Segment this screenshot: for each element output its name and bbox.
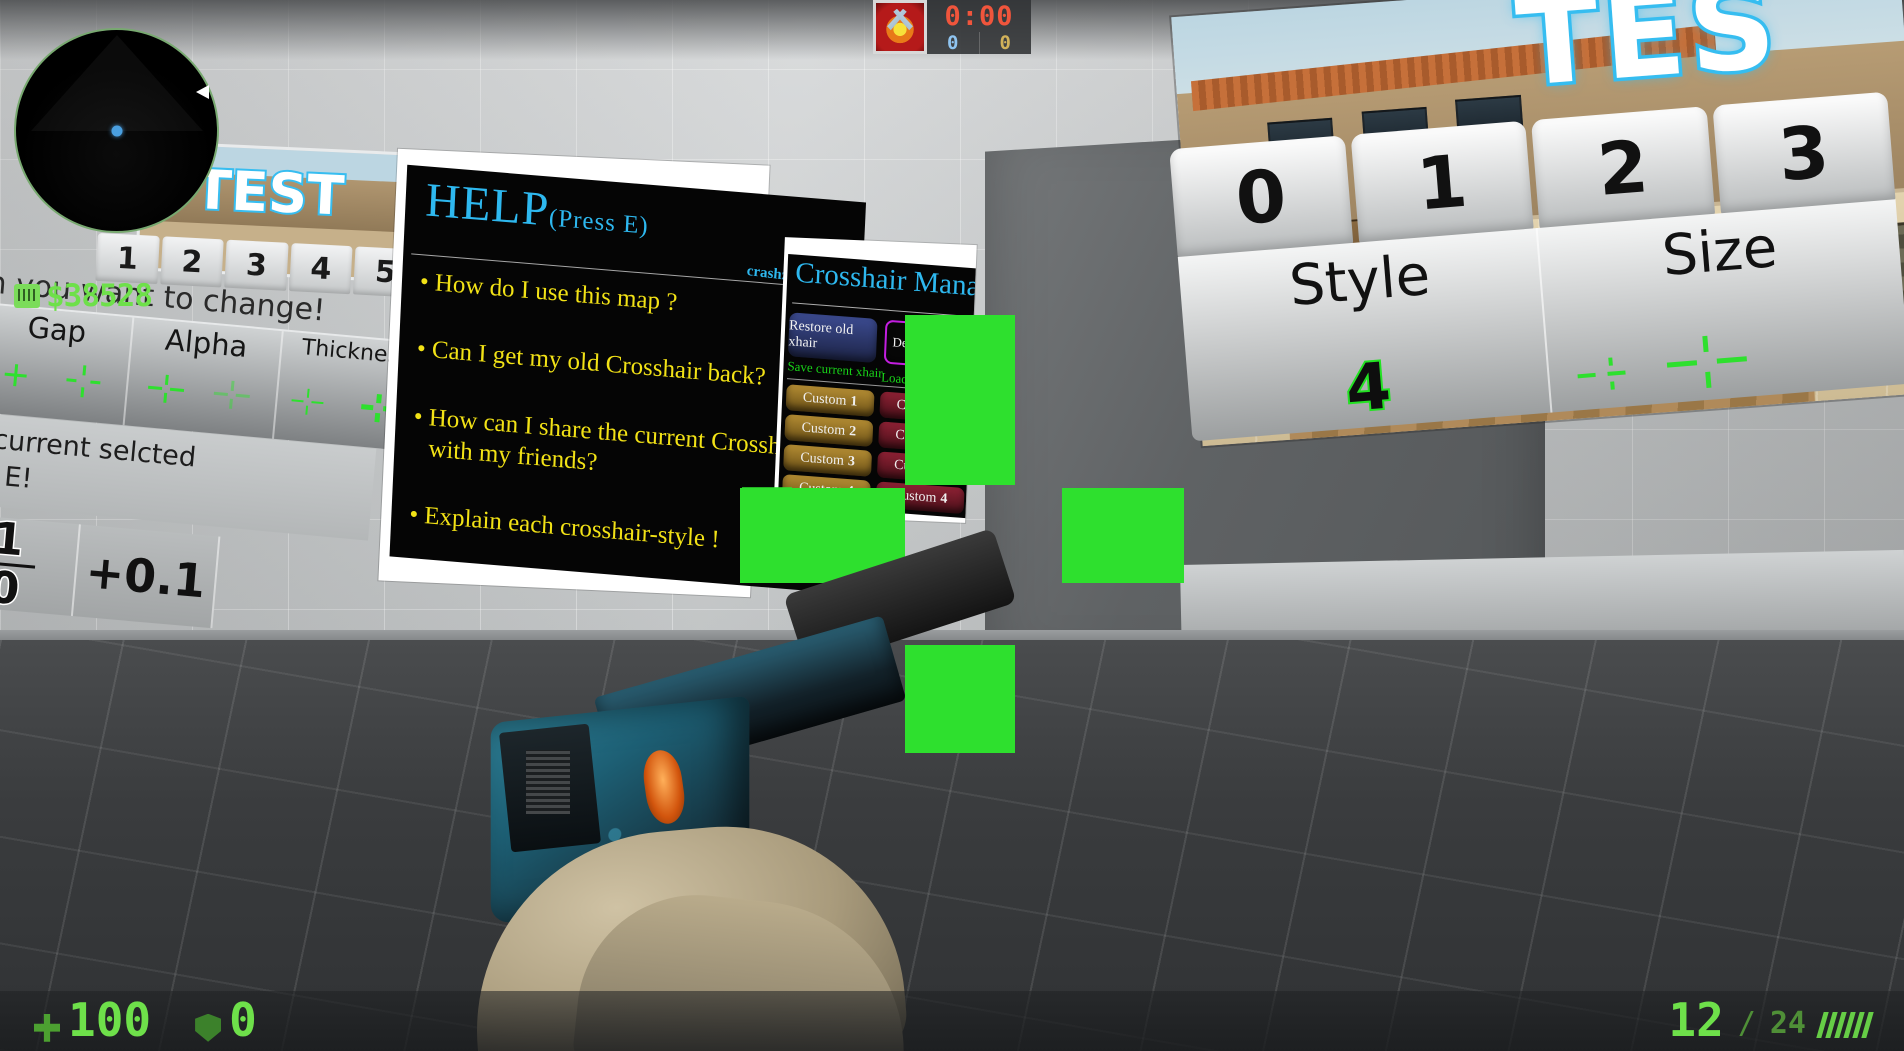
- stepper-current-value: 1 0: [0, 511, 81, 616]
- default-xhair-button[interactable]: Default: [883, 319, 970, 371]
- viewmodel-weapon: [330, 527, 1017, 1051]
- alpha-crosshair-preview: [147, 374, 250, 409]
- mini-test-sign: TEST: [191, 156, 347, 230]
- stepper-denominator: 0: [0, 560, 23, 616]
- save-slot-3-number: 3: [847, 454, 856, 470]
- option-alpha[interactable]: Alpha: [124, 317, 284, 439]
- score-t: 0: [979, 32, 1031, 54]
- load-slot-2-number: 2: [942, 431, 951, 447]
- radar-view-cone: [30, 34, 203, 131]
- load-slot-4[interactable]: Custom 4: [875, 481, 965, 515]
- style-key-1[interactable]: 1: [1350, 120, 1534, 245]
- size-crosshair-preview: [1577, 335, 1747, 390]
- stepper-numerator: 1: [0, 511, 27, 567]
- save-slot-4-number: 4: [846, 484, 854, 500]
- load-slot-1-number: 1: [943, 401, 952, 417]
- help-title-text: HELP: [424, 173, 551, 237]
- ammo-bullet-bars: [1816, 1011, 1874, 1038]
- hud-ammo: 12 / 24: [1668, 993, 1874, 1048]
- radar-player-dot: [111, 125, 122, 136]
- load-slot-column: Custom 1 Custom 2 Custom 3 Custom 4: [875, 391, 969, 518]
- hud-player-stats: 100 0: [34, 993, 257, 1048]
- save-slot-2[interactable]: Custom 2: [784, 414, 874, 447]
- hud-scoreboard: 0 0: [927, 32, 1031, 54]
- help-title-sub: (Press E): [548, 204, 650, 240]
- option-gap-label: Gap: [26, 310, 88, 350]
- category-size[interactable]: Size: [1538, 199, 1904, 412]
- load-slot-3-number: 3: [941, 461, 949, 477]
- category-style[interactable]: Style 4: [1177, 228, 1553, 442]
- default-xhair-label: Default: [892, 334, 932, 353]
- load-slot-1[interactable]: Custom 1: [879, 391, 969, 425]
- weapon-serrations: [526, 750, 570, 814]
- health-stat: 100: [34, 993, 152, 1048]
- save-slot-1-number: 1: [850, 394, 858, 410]
- radar-minimap: [14, 28, 219, 233]
- save-slot-1[interactable]: Custom 1: [785, 384, 875, 417]
- load-slot-3-label: Custom: [893, 457, 938, 476]
- load-slot-2[interactable]: Custom 2: [878, 421, 968, 455]
- hud-bottom-bar: 100 0 12 / 24: [0, 991, 1904, 1051]
- save-slot-column: Custom 1 Custom 2 Custom 3 Custom 4: [781, 384, 875, 511]
- save-slot-2-label: Custom: [801, 420, 846, 439]
- team-emblem-inner: [876, 3, 924, 51]
- money-amount: $38528: [46, 278, 153, 314]
- category-style-value: 4: [1341, 347, 1395, 428]
- restore-old-xhair-button[interactable]: Restore old xhair: [787, 312, 878, 363]
- help-title: HELP(Press E): [424, 172, 650, 245]
- save-slot-4-label: Custom: [798, 480, 843, 499]
- save-slot-2-number: 2: [848, 424, 857, 440]
- help-board: HELP(Press E) crashz' crosshair How do I…: [378, 148, 867, 598]
- ammo-current: 12: [1668, 993, 1724, 1048]
- style-key-3[interactable]: 3: [1711, 91, 1896, 216]
- hud-timer-column: 0:00 0 0: [927, 0, 1031, 54]
- ammo-reserve: 24: [1769, 1005, 1806, 1041]
- radar-edge-marker: [196, 85, 209, 99]
- style-size-board: 0 1 2 3 Style 4 Size: [1159, 91, 1904, 449]
- style-key-0[interactable]: 0: [1169, 135, 1353, 260]
- armor-value: 0: [229, 993, 257, 1048]
- option-alpha-label: Alpha: [163, 322, 249, 364]
- round-timer: 0:00: [927, 0, 1031, 32]
- crosshair-manager-title: Crosshair Manager: [794, 256, 976, 306]
- save-slot-1-label: Custom: [802, 390, 847, 409]
- hud-round-panel: 0:00 0 0: [873, 0, 1031, 54]
- load-slot-1-label: Custom: [896, 397, 941, 416]
- crosshair-preview-icon: [942, 336, 963, 357]
- floor: [0, 640, 1904, 1051]
- load-slot-4-label: Custom: [892, 487, 937, 506]
- gap-crosshair-preview: [4, 364, 101, 398]
- team-emblem-icon: [873, 0, 927, 54]
- armor-stat: 0: [195, 993, 257, 1048]
- armor-icon: [195, 1013, 222, 1042]
- load-slot-2-label: Custom: [895, 427, 940, 446]
- crosshair-manager-board: Crosshair Manager Restore old xhair Defa…: [773, 237, 977, 523]
- load-slot-3[interactable]: Custom 3: [876, 451, 966, 485]
- health-icon: [34, 1013, 60, 1042]
- crosshair-manager-screen: Crosshair Manager Restore old xhair Defa…: [777, 253, 976, 519]
- stepper-fraction: 1 0: [0, 511, 39, 616]
- hud-top-bar: 0:00 0 0: [0, 0, 1904, 56]
- style-key-2[interactable]: 2: [1530, 106, 1715, 230]
- ammo-separator: /: [1737, 1005, 1756, 1041]
- health-value: 100: [68, 993, 152, 1048]
- money-display: $38528: [14, 278, 153, 314]
- save-slot-3-label: Custom: [800, 450, 845, 469]
- cart-icon: [14, 284, 40, 308]
- number-key-4[interactable]: 4: [288, 243, 353, 295]
- game-viewport: TES r s a 0-5 TEST 1 2 3 4 5 he option y…: [0, 0, 1904, 1051]
- stepper-increase[interactable]: +0.1: [72, 524, 221, 629]
- save-slot-3[interactable]: Custom 3: [783, 444, 873, 477]
- save-slot-4[interactable]: Custom 4: [781, 474, 871, 507]
- score-ct: 0: [927, 32, 980, 54]
- option-gap[interactable]: Gap: [0, 304, 135, 426]
- load-slot-4-number: 4: [940, 491, 948, 507]
- number-key-3[interactable]: 3: [224, 239, 289, 291]
